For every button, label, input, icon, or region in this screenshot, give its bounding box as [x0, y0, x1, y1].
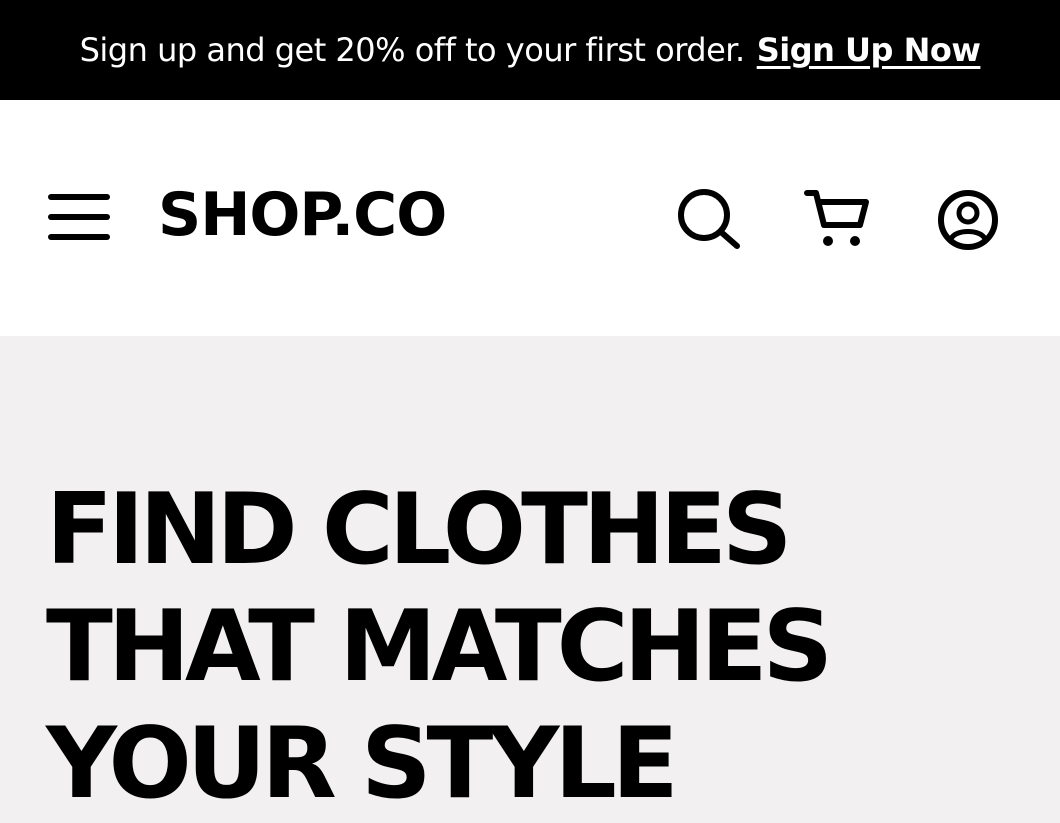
logo[interactable]: SHOP.CO	[158, 182, 447, 248]
hero-title-line: FIND CLOTHES	[46, 473, 792, 587]
promo-banner: Sign up and get 20% off to your first or…	[0, 0, 1060, 100]
hamburger-menu-icon[interactable]	[48, 194, 110, 242]
hero-title-line: YOUR STYLE	[46, 707, 679, 821]
site-header: SHOP.CO	[0, 100, 1060, 336]
hero-title: FIND CLOTHES THAT MATCHES YOUR STYLE	[46, 472, 833, 823]
hero-title-line: THAT MATCHES	[46, 590, 833, 704]
cart-icon[interactable]	[804, 188, 870, 250]
account-icon[interactable]	[936, 189, 1000, 251]
hero-section: FIND CLOTHES THAT MATCHES YOUR STYLE	[0, 336, 1060, 821]
search-icon[interactable]	[676, 188, 742, 250]
sign-up-now-link[interactable]: Sign Up Now	[757, 31, 981, 69]
promo-text: Sign up and get 20% off to your first or…	[79, 31, 746, 69]
